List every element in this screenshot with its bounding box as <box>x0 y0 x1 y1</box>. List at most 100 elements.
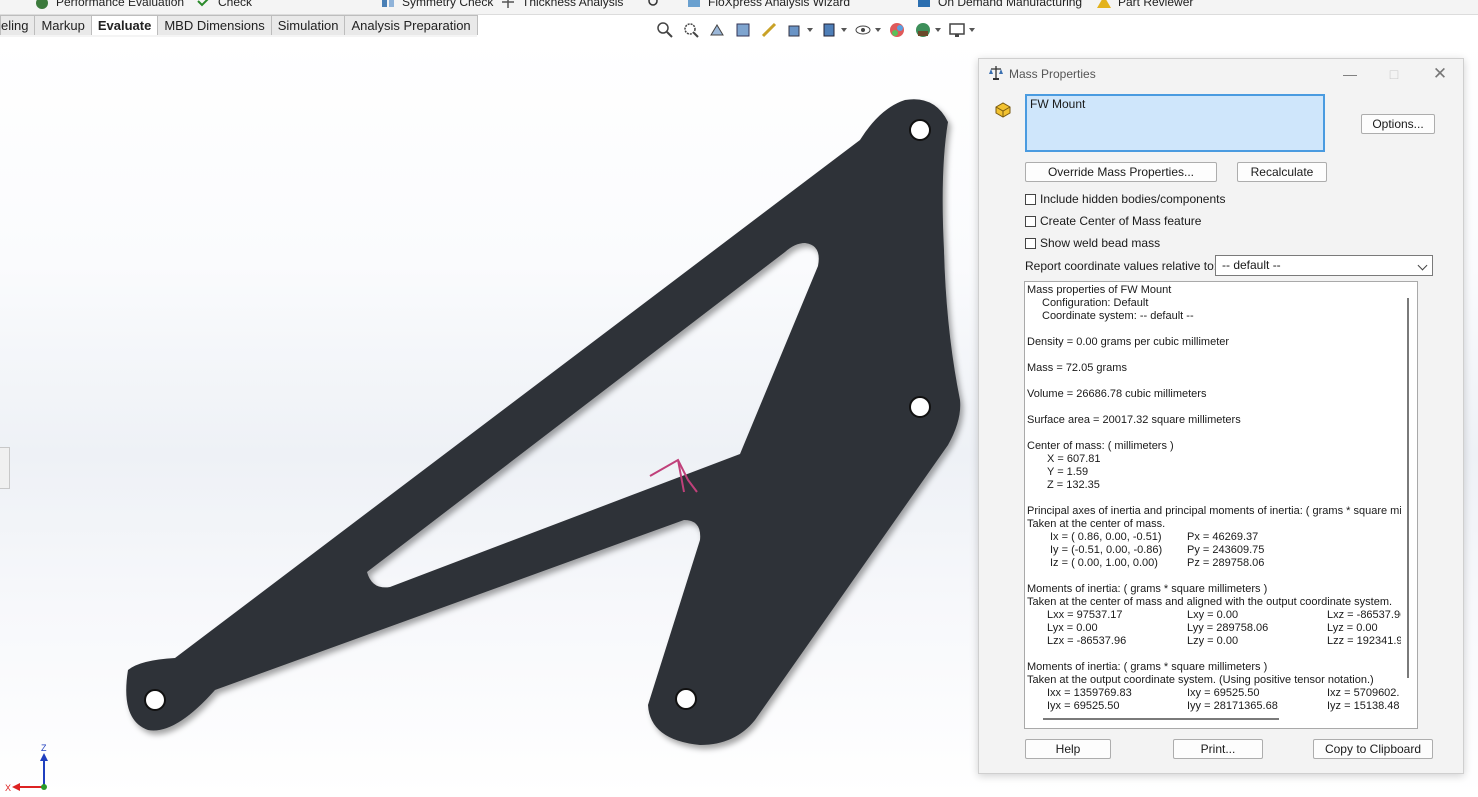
results-com-y: Y = 1.59 <box>1047 466 1089 478</box>
results-px: Px = 46269.37 <box>1187 531 1259 543</box>
part-reviewer-icon <box>1096 0 1112 9</box>
results-iz: Iz = ( 0.00, 1.00, 0.00) <box>1050 557 1158 569</box>
coordinate-triad: Z X <box>5 743 48 793</box>
override-mass-properties-button[interactable]: Override Mass Properties... <box>1025 162 1217 182</box>
edit-appearance-icon[interactable] <box>887 20 907 40</box>
on-demand-manufacturing-icon <box>916 0 932 9</box>
results-lxy: Lxy = 0.00 <box>1187 609 1239 621</box>
tab-analysis-preparation[interactable]: Analysis Preparation <box>344 15 478 35</box>
results-volume: Volume = 26686.78 cubic millimeters <box>1027 388 1207 400</box>
results-ix: Ix = ( 0.86, 0.00, -0.51) <box>1050 531 1162 543</box>
ribbon-label: On Demand Manufacturing <box>938 0 1083 9</box>
hide-show-items-icon[interactable] <box>853 20 873 40</box>
checkbox-label: Show weld bead mass <box>1040 236 1161 250</box>
tab-markup[interactable]: Markup <box>34 15 92 35</box>
tab-simulation[interactable]: Simulation <box>270 15 346 35</box>
mount-hole-left <box>144 689 166 711</box>
display-style-icon[interactable] <box>819 20 839 40</box>
apply-scene-dropdown-icon[interactable] <box>935 28 941 32</box>
check-icon <box>196 0 212 9</box>
results-ixx: Ixx = 1359769.83 <box>1047 687 1132 699</box>
performance-evaluation-icon <box>34 0 50 9</box>
command-tabs: eling Markup Evaluate MBD Dimensions Sim… <box>0 15 478 37</box>
results-iyx: Iyx = 69525.50 <box>1047 700 1120 712</box>
tab-evaluate[interactable]: Evaluate <box>90 15 159 35</box>
apply-scene-icon[interactable] <box>913 20 933 40</box>
minimize-button[interactable]: — <box>1335 63 1365 85</box>
ribbon-label: Check <box>218 0 253 9</box>
include-hidden-bodies-checkbox[interactable]: Include hidden bodies/components <box>1025 191 1225 207</box>
ribbon-symmetry-check[interactable]: Symmetry Check <box>380 0 493 9</box>
dynamic-annotation-icon[interactable] <box>759 20 779 40</box>
results-ixy: Ixy = 69525.50 <box>1187 687 1260 699</box>
maximize-button[interactable]: □ <box>1379 63 1409 85</box>
results-coord-system: Coordinate system: -- default -- <box>1042 310 1194 322</box>
zoom-to-area-icon[interactable] <box>681 20 701 40</box>
recalculate-button[interactable]: Recalculate <box>1237 162 1327 182</box>
mass-properties-results[interactable]: Mass properties of FW Mount Configuratio… <box>1024 281 1418 729</box>
checkbox-box[interactable] <box>1025 215 1036 227</box>
checkbox-box[interactable] <box>1025 237 1036 249</box>
dialog-title-bar[interactable]: Mass Properties — □ ✕ <box>979 59 1463 89</box>
mass-properties-dialog: Mass Properties — □ ✕ FW Mount Options..… <box>978 58 1464 774</box>
results-header: Mass properties of FW Mount <box>1027 284 1172 296</box>
close-button[interactable]: ✕ <box>1425 63 1455 85</box>
results-lzx: Lzx = -86537.96 <box>1047 635 1127 647</box>
floxpress-icon <box>686 0 702 9</box>
results-py: Py = 243609.75 <box>1187 544 1265 556</box>
zoom-to-fit-icon[interactable] <box>655 20 675 40</box>
results-iy: Iy = (-0.51, 0.00, -0.86) <box>1050 544 1163 556</box>
results-moi2-sub: Taken at the output coordinate system. (… <box>1027 674 1374 686</box>
results-lyx: Lyx = 0.00 <box>1047 622 1098 634</box>
print-button[interactable]: Print... <box>1173 739 1263 759</box>
ribbon-thickness-analysis[interactable]: Thickness Analysis <box>500 0 623 9</box>
coordinate-system-select[interactable]: -- default -- <box>1215 255 1433 276</box>
view-settings-icon[interactable] <box>947 20 967 40</box>
results-moi1-sub: Taken at the center of mass and aligned … <box>1027 596 1393 608</box>
show-weld-bead-mass-checkbox[interactable]: Show weld bead mass <box>1025 235 1160 251</box>
create-center-of-mass-checkbox[interactable]: Create Center of Mass feature <box>1025 213 1201 229</box>
results-density: Density = 0.00 grams per cubic millimete… <box>1027 336 1230 348</box>
results-surface-area: Surface area = 20017.32 square millimete… <box>1027 414 1241 426</box>
checkbox-label: Create Center of Mass feature <box>1040 214 1202 228</box>
results-ixz: Ixz = 5709602. <box>1327 687 1400 699</box>
triad-x-label: X <box>5 783 11 793</box>
view-settings-dropdown-icon[interactable] <box>969 28 975 32</box>
view-orientation-icon[interactable] <box>785 20 805 40</box>
ribbon-label: Part Reviewer <box>1118 0 1194 9</box>
results-vertical-scrollbar[interactable] <box>1407 298 1409 678</box>
ribbon-part-reviewer[interactable]: Part Reviewer <box>1096 0 1193 9</box>
options-button[interactable]: Options... <box>1361 114 1435 134</box>
ribbon-performance-evaluation[interactable]: Performance Evaluation <box>34 0 184 9</box>
previous-view-icon[interactable] <box>707 20 727 40</box>
thickness-analysis-icon <box>500 0 516 9</box>
results-mass: Mass = 72.05 grams <box>1027 362 1127 374</box>
copy-to-clipboard-button[interactable]: Copy to Clipboard <box>1313 739 1433 759</box>
results-lyy: Lyy = 289758.06 <box>1187 622 1269 634</box>
tab-mbd-dimensions[interactable]: MBD Dimensions <box>157 15 272 35</box>
view-orientation-dropdown-icon[interactable] <box>807 28 813 32</box>
results-com-x: X = 607.81 <box>1047 453 1101 465</box>
tab-modeling[interactable]: eling <box>0 15 36 35</box>
hide-show-dropdown-icon[interactable] <box>875 28 881 32</box>
ribbon-analysis-icon-btn[interactable] <box>646 0 662 9</box>
triad-z-label: Z <box>41 743 47 753</box>
mount-hole-right <box>909 396 931 418</box>
selected-items-list[interactable]: FW Mount <box>1025 94 1325 152</box>
results-horizontal-scrollbar[interactable] <box>1043 718 1279 720</box>
checkbox-label: Include hidden bodies/components <box>1040 192 1226 206</box>
ribbon-check[interactable]: Check <box>196 0 252 9</box>
results-lzy: Lzy = 0.00 <box>1187 635 1239 647</box>
heads-up-view-toolbar <box>655 19 975 41</box>
selected-item[interactable]: FW Mount <box>1030 97 1085 111</box>
select-value: -- default -- <box>1222 258 1281 272</box>
section-view-icon[interactable] <box>733 20 753 40</box>
results-lxx: Lxx = 97537.17 <box>1047 609 1123 621</box>
help-button[interactable]: Help <box>1025 739 1111 759</box>
results-iyz: Iyz = 15138.48 <box>1327 700 1400 712</box>
checkbox-box[interactable] <box>1025 193 1036 205</box>
ribbon-floxpress[interactable]: FloXpress Analysis Wizard <box>686 0 850 9</box>
results-com-z: Z = 132.35 <box>1047 479 1100 491</box>
display-style-dropdown-icon[interactable] <box>841 28 847 32</box>
ribbon-on-demand[interactable]: On Demand Manufacturing <box>916 0 1082 9</box>
